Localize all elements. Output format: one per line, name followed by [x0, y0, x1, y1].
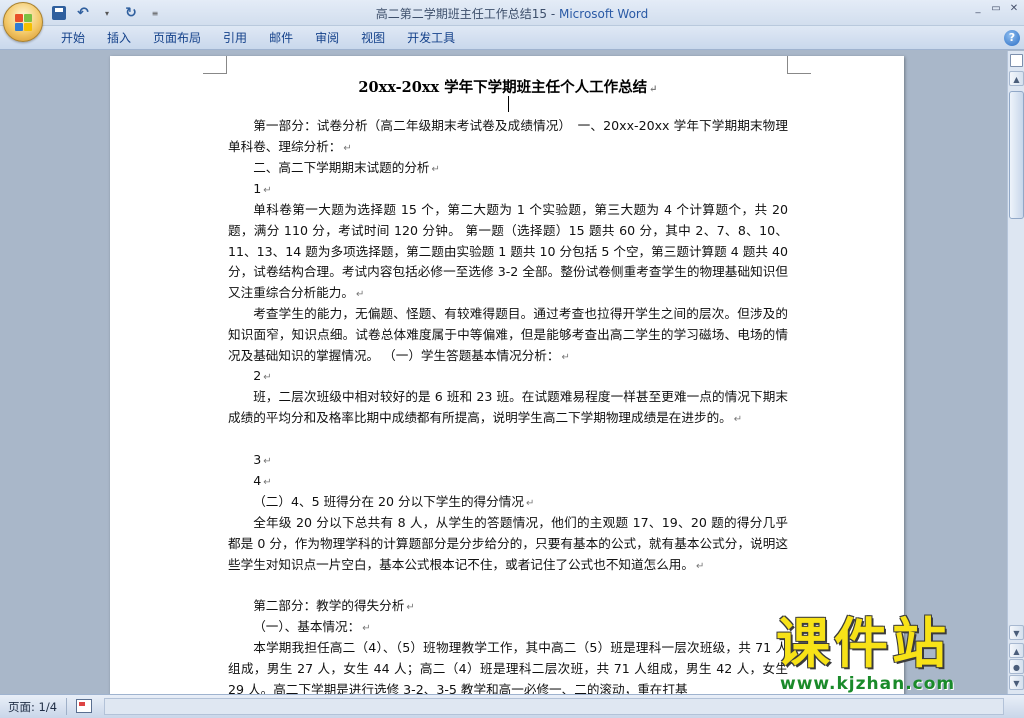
- maximize-button[interactable]: ▭: [990, 2, 1002, 16]
- ruler-toggle-icon[interactable]: [1010, 54, 1023, 67]
- tab-mailings[interactable]: 邮件: [258, 26, 304, 50]
- horizontal-scrollbar[interactable]: [104, 698, 1004, 715]
- office-button[interactable]: [3, 2, 43, 42]
- help-button[interactable]: ?: [1004, 30, 1020, 46]
- office-logo-icon: [15, 14, 33, 32]
- tab-insert[interactable]: 插入: [96, 26, 142, 50]
- tab-developer[interactable]: 开发工具: [396, 26, 466, 50]
- watermark-url: www.kjzhan.com: [780, 674, 956, 694]
- document-name: 高二第二学期班主任工作总结15: [375, 7, 548, 21]
- text-cursor: [508, 96, 509, 112]
- paragraph: 考查学生的能力，无偏题、怪题、有较难得题目。通过考查也拉得开学生之间的层次。但涉…: [228, 306, 788, 363]
- paragraph: 班，二层次班级中相对较好的是 6 班和 23 班。在试题难易程度一样甚至更难一点…: [228, 389, 788, 425]
- document-page[interactable]: 20xx-20xx 学年下学期班主任个人工作总结 ↵ 第一部分：试卷分析（高二年级…: [110, 56, 904, 694]
- paragraph: （二）4、5 班得分在 20 分以下学生的得分情况 ↵: [253, 494, 535, 509]
- paragraph: 全年级 20 分以下总共有 8 人，从学生的答题情况，他们的主观题 17、19、…: [228, 515, 788, 572]
- paragraph: 4 ↵: [253, 473, 272, 488]
- vertical-scrollbar[interactable]: ▲ ▼ ▲ ● ▼: [1007, 51, 1024, 694]
- status-divider: [66, 698, 67, 715]
- close-button[interactable]: ✕: [1008, 2, 1020, 16]
- tab-review[interactable]: 审阅: [304, 26, 350, 50]
- ribbon: 开始 插入 页面布局 引用 邮件 审阅 视图 开发工具 ?: [0, 26, 1024, 50]
- paragraph: 二、高二下学期期末试题的分析 ↵: [253, 160, 440, 175]
- minimize-button[interactable]: _: [972, 2, 984, 16]
- window-title: 高二第二学期班主任工作总结15 - Microsoft Word: [0, 5, 1024, 22]
- watermark-title: 课件站: [776, 612, 950, 675]
- paragraph: 第二部分：教学的得失分析 ↵: [253, 598, 415, 613]
- app-name: Microsoft Word: [558, 7, 649, 21]
- crop-mark-top-right: [787, 56, 811, 74]
- document-title: 20xx-20xx 学年下学期班主任个人工作总结 ↵: [358, 79, 658, 96]
- status-bar: 页面: 1/4: [0, 694, 1024, 718]
- paragraph: 3 ↵: [253, 452, 272, 467]
- proofing-icon[interactable]: [76, 699, 92, 713]
- paragraph: 本学期我担任高二（4）、（5）班物理教学工作，其中高二（5）班是理科一层次班级，…: [228, 640, 788, 694]
- watermark-logo: 课件站 www.kjzhan.com: [776, 612, 1012, 695]
- crop-mark-top-left: [203, 56, 227, 74]
- tab-references[interactable]: 引用: [212, 26, 258, 50]
- paragraph: 第一部分：试卷分析（高二年级期末考试卷及成绩情况） 一、20xx-20xx 学年…: [228, 118, 789, 154]
- tab-home[interactable]: 开始: [50, 26, 96, 50]
- title-separator: -: [547, 7, 559, 21]
- title-bar: ↶ ▾ ↻ ≡ 高二第二学期班主任工作总结15 - Microsoft Word…: [0, 0, 1024, 26]
- ribbon-tabs: 开始 插入 页面布局 引用 邮件 审阅 视图 开发工具: [50, 26, 466, 50]
- paragraph: 1 ↵: [253, 181, 272, 196]
- scroll-up-button[interactable]: ▲: [1009, 71, 1024, 86]
- window-controls: _ ▭ ✕: [972, 2, 1020, 16]
- tab-page-layout[interactable]: 页面布局: [142, 26, 212, 50]
- paragraph: （一）、基本情况： ↵: [253, 619, 371, 634]
- page-indicator[interactable]: 页面: 1/4: [8, 699, 57, 715]
- scroll-thumb[interactable]: [1009, 91, 1024, 219]
- paragraph: 单科卷第一大题为选择题 15 个，第二大题为 1 个实验题，第三大题为 4 个计…: [228, 202, 788, 301]
- tab-view[interactable]: 视图: [350, 26, 396, 50]
- paragraph: 2 ↵: [253, 368, 272, 383]
- document-area[interactable]: 20xx-20xx 学年下学期班主任个人工作总结 ↵ 第一部分：试卷分析（高二年级…: [0, 51, 1007, 694]
